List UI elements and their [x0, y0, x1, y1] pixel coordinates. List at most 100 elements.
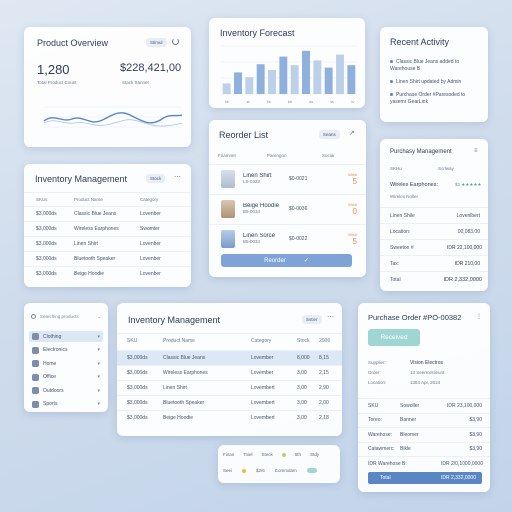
inventory-small-badge[interactable]: Stock [146, 174, 166, 183]
purchase-management-card: Purchasy Management ≡ SKHu Scrlway Wirel… [380, 139, 488, 291]
toolbar-filter-tab[interactable]: 5th [295, 452, 301, 457]
po-line-cell: $3,90 [469, 446, 482, 452]
table-cell: $3,000ds [36, 226, 57, 232]
table-row[interactable]: $3,000ds Bluetooth Speaker Lovembert 3,00 2,… [117, 395, 342, 410]
table-row[interactable]: $3,000ds Linen Shirt Lovembert 3,00 2,90 [117, 380, 342, 395]
search-icon [31, 314, 36, 319]
forecast-x-label: la [330, 99, 334, 104]
table-cell: $3,000ds [36, 241, 57, 247]
chevron-down-icon: ▾ [97, 360, 100, 367]
purchase-product[interactable]: Wireles Earphones: [390, 182, 438, 188]
reorder-col-header: Sociar [322, 152, 335, 158]
reorder-badge[interactable]: Seans [319, 130, 340, 139]
inventory-badge[interactable]: Sstier [302, 315, 322, 324]
warehouse-total-label: IDR Warehose B: [368, 460, 407, 467]
search-placeholder: Searching products [40, 314, 79, 319]
table-cell: $3,000ds [127, 385, 148, 391]
toolbar-filter-tab[interactable]: Commdam [275, 468, 297, 473]
category-item[interactable]: Electronics ▾ [29, 345, 103, 356]
category-icon [32, 387, 39, 394]
category-item[interactable]: Office ▾ [29, 372, 103, 383]
expand-icon[interactable]: ↗ [349, 129, 355, 137]
total-value: IDR 2,332,0000 [440, 475, 476, 481]
table-row[interactable]: $3,000ds Wireless Earphones Lovember 3,00 2,… [117, 365, 342, 380]
table-cell: Lovenber [140, 211, 161, 217]
table-row[interactable]: $3,000ds Wireless Earphones Swomter [24, 221, 191, 236]
toolbar-filter-tab[interactable]: Finan [223, 452, 234, 457]
table-cell: 2,00 [319, 400, 329, 406]
po-line-row: Toreo: Banner $3,90 [358, 412, 490, 427]
table-row[interactable]: $3,000ds Beige Hoodie Lovenber [24, 266, 191, 281]
category-item[interactable]: Clothing ▾ [29, 331, 103, 342]
table-row[interactable]: $3,000ds Beige Hoodie Lovembert 3,00 2,18 [117, 410, 342, 425]
overview-badge[interactable]: Stimul [146, 38, 167, 47]
purchase-management-title: Purchasy Management [390, 149, 452, 155]
activity-item[interactable]: Linen Shirt updated by Admin [390, 79, 482, 86]
activity-item[interactable]: Classic Blue Jeans added to Warehouse B [390, 59, 482, 73]
table-cell: $3,000ds [36, 271, 57, 277]
reorder-button-label: Reorder [264, 257, 286, 264]
product-overview-card: Product Overview Stimul 1,280 Total Prod… [24, 27, 191, 147]
toggle-icon[interactable] [306, 468, 317, 473]
reorder-header: Fnamnet Parengon Sociar [209, 149, 366, 161]
more-icon[interactable]: ⋯ [174, 173, 181, 181]
table-row[interactable]: $3,000ds Classic Blue Jeans Lovember 8,000 8… [117, 350, 342, 365]
forecast-x-label: us [309, 99, 313, 104]
category-icon [32, 360, 39, 367]
table-cell: Lovenber [140, 271, 161, 277]
location-label: Location: [368, 380, 387, 385]
toolbar-filter-tab[interactable]: Seei [223, 468, 232, 473]
reorder-item-sku: LS-0322 [243, 179, 261, 184]
category-icon [32, 373, 39, 381]
reorder-item-qty: 0 [352, 206, 357, 216]
table-row[interactable]: $3,000ds Linen Shirt Lovenber [24, 236, 191, 251]
table-row[interactable]: $3,000ds Classic Blue Jeans Lovenber [24, 206, 191, 221]
recent-activity-title: Recent Activity [390, 37, 450, 47]
activity-text: Linen Shirt updated by Admin [396, 79, 462, 85]
category-item[interactable]: Outdoors ▾ [29, 385, 103, 396]
reorder-item-qty: 5 [352, 236, 357, 246]
chevron-down-icon: ▾ [97, 333, 100, 340]
search-field[interactable]: Searching products ⌄ [31, 311, 101, 322]
table-cell: $3,000ds [36, 256, 57, 262]
more-icon[interactable]: ⋯ [327, 313, 334, 321]
purchase-header-right: Scrlway [438, 165, 454, 171]
toolbar-filter-tab[interactable]: $2/6 [256, 468, 265, 473]
reorder-item[interactable]: Beige Hoodie B5-0034 $0-0036 Wish 0 [209, 194, 366, 222]
table-cell: Beige Hoodie [74, 271, 105, 277]
table-cell: $3,000ds [127, 415, 148, 421]
forecast-bar [290, 65, 299, 94]
more-icon[interactable]: ⋮ [476, 313, 482, 320]
product-thumbnail [221, 229, 235, 248]
table-cell: Wireless Earphones [74, 226, 119, 232]
po-line-row: Catawmerc: Bikle $3,90 [358, 441, 490, 456]
forecast-bar-chart: bt st bt kh us la iv [221, 45, 357, 104]
col-header: Stock [297, 338, 310, 344]
table-cell: Lovenber [140, 241, 161, 247]
reorder-item[interactable]: Linen Shirt LS-0322 $0-0021 Wish 5 [209, 164, 366, 192]
reorder-item[interactable]: Linen Sorce B5-0034 $0-0022 Wish 5 [209, 224, 366, 252]
activity-text: Classic Blue Jeans added to Warehouse B [390, 59, 460, 72]
chevron-down-icon: ▾ [97, 347, 100, 353]
inventory-management-card: Inventory Management Sstier ⋯ SKU Produc… [117, 303, 342, 436]
inventory-forecast-card: Inventory Forecast bt st bt kh us la iv [209, 18, 365, 108]
purchase-detail-value: Lovenlbert [456, 212, 480, 219]
category-item[interactable]: Sports ▾ [29, 399, 103, 410]
activity-item[interactable]: Purchase Order #Paresoded to yasemr Gear… [390, 92, 482, 106]
toolbar-filter-tab[interactable]: Stdy [310, 452, 319, 457]
overview-trend-chart [43, 106, 183, 128]
refresh-icon[interactable] [172, 38, 179, 45]
table-row[interactable]: $3,000ds Bluetooth Speaker Lovenber [24, 251, 191, 266]
more-icon[interactable]: ≡ [474, 148, 478, 154]
purchase-rating: $3 ★★★★★ [455, 182, 482, 187]
toolbar-filter-tab[interactable]: Steck [262, 452, 273, 457]
purchase-total-value: IDR 2,332,0000 [443, 276, 482, 283]
category-label: Home [43, 360, 57, 367]
po-line-cell: Banner [400, 417, 417, 423]
category-item[interactable]: Home ▾ [29, 358, 103, 369]
reorder-button[interactable]: Reorder ✓ [221, 254, 352, 267]
table-cell: Lovember [251, 370, 274, 376]
status-dot-icon [281, 452, 286, 457]
toolbar-filter-tab[interactable]: Toiel [243, 452, 252, 457]
forecast-bar [245, 77, 254, 94]
